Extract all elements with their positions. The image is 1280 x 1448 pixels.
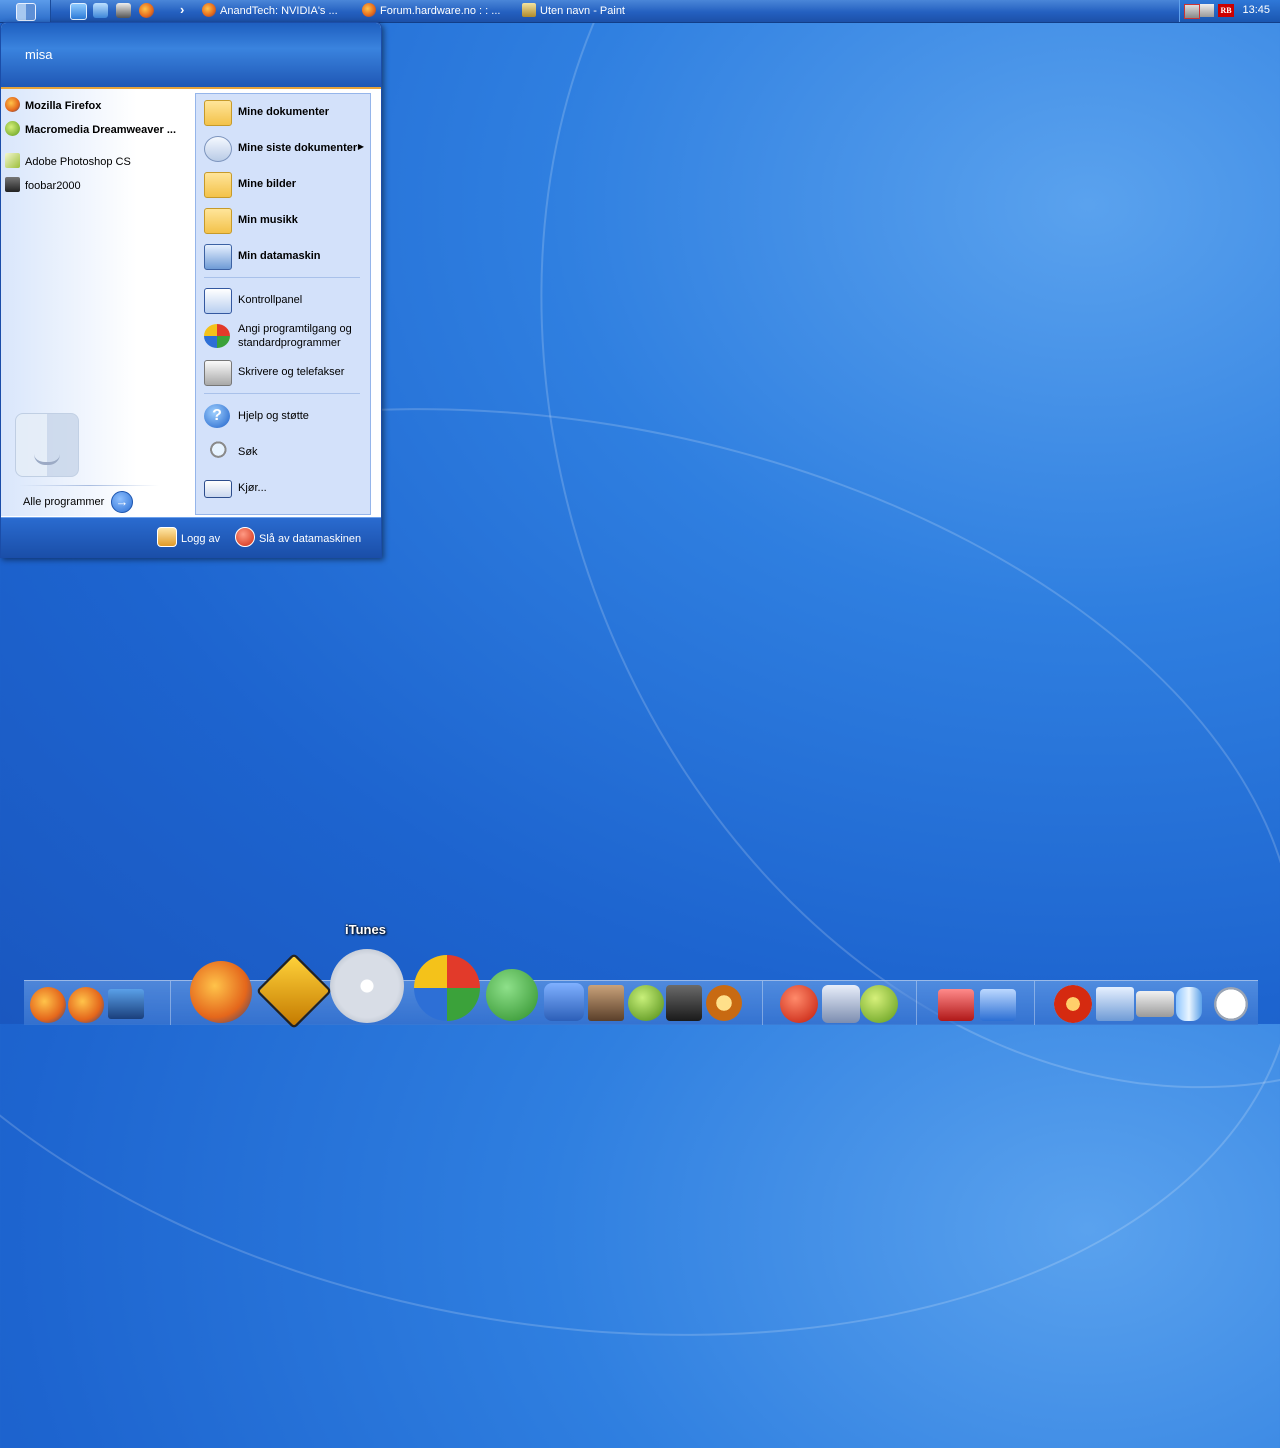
search-icon [204, 440, 230, 464]
dock-separator [170, 981, 171, 1025]
photo-thumbnail-icon[interactable] [588, 985, 624, 1021]
clock-icon[interactable] [1214, 987, 1248, 1021]
finder-icon [16, 3, 36, 21]
firefox-icon[interactable] [68, 987, 104, 1023]
divider [204, 277, 360, 278]
set-program-access-icon [204, 324, 230, 348]
foobar-icon [5, 177, 20, 192]
system-tray: RB 13:45 [1179, 0, 1280, 22]
divider [19, 485, 159, 486]
fireworks-icon[interactable] [822, 985, 860, 1023]
computer-icon[interactable] [1096, 987, 1134, 1021]
frog-icon[interactable] [544, 983, 584, 1021]
all-programs-label[interactable]: Alle programmer [23, 491, 104, 513]
start-button[interactable] [0, 0, 51, 22]
arrow-right-icon[interactable]: → [111, 491, 133, 513]
pinned-program-firefox[interactable]: Mozilla Firefox [5, 95, 101, 117]
blue-folder-icon[interactable] [980, 989, 1016, 1021]
place-my-computer[interactable]: Min datamaskin [200, 240, 368, 272]
quicklaunch-foobar-icon[interactable] [116, 3, 131, 18]
dreamweaver-icon [5, 121, 20, 136]
logoff-button[interactable]: Logg av [157, 527, 220, 549]
dreamweaver-icon[interactable] [860, 985, 898, 1023]
place-my-documents[interactable]: Mine dokumenter [200, 96, 368, 128]
photoshop-icon [5, 153, 20, 168]
finder-logo-icon [15, 413, 79, 477]
places-panel: Mine dokumenter Mine siste dokumenter ▶ … [195, 93, 371, 515]
start-menu-header: misa [1, 23, 381, 89]
recent-documents-icon [204, 136, 232, 162]
run[interactable]: Kjør... [200, 472, 368, 504]
firefox-icon [362, 3, 376, 17]
itunes-icon[interactable] [330, 949, 404, 1023]
system-control-panel[interactable]: Kontrollpanel [200, 284, 368, 316]
quicklaunch-overflow-chevron[interactable]: › [180, 2, 184, 17]
firefox-icon [5, 97, 20, 112]
control-panel-icon [204, 288, 232, 314]
divider [204, 393, 360, 394]
taskbar-task-paint[interactable]: Uten navn - Paint [522, 2, 672, 20]
recent-program-foobar[interactable]: foobar2000 [5, 175, 81, 197]
shutdown-button[interactable]: Slå av datamaskinen [235, 527, 361, 549]
drive-icon[interactable] [1136, 991, 1174, 1017]
dock-separator [762, 981, 763, 1025]
media-player-icon[interactable] [414, 955, 480, 1021]
search[interactable]: Søk [200, 436, 368, 468]
start-menu: misa Mozilla Firefox Macromedia Dreamwea… [0, 22, 382, 558]
program-list: Mozilla Firefox Macromedia Dreamweaver .… [1, 89, 195, 516]
run-icon [204, 480, 232, 498]
character-icon[interactable] [666, 985, 702, 1021]
submenu-arrow-icon: ▶ [357, 142, 364, 151]
flash-icon[interactable] [780, 985, 818, 1023]
firefox-icon[interactable] [30, 987, 66, 1023]
system-program-access[interactable]: Angi programtilgang og standardprogramme… [200, 320, 368, 352]
pinned-program-dreamweaver[interactable]: Macromedia Dreamweaver ... [5, 119, 176, 141]
rb-badge-icon[interactable]: RB [1218, 4, 1234, 17]
help-and-support[interactable]: ? Hjelp og støtte [200, 400, 368, 432]
network-icon[interactable] [1200, 4, 1214, 17]
messenger-icon[interactable] [486, 969, 538, 1021]
network-disconnected-icon[interactable] [1184, 4, 1200, 19]
system-printers[interactable]: Skrivere og telefakser [200, 356, 368, 388]
quicklaunch-firefox-icon[interactable] [139, 3, 154, 18]
quicklaunch-desktop-icon[interactable] [93, 3, 108, 18]
place-recent-documents[interactable]: Mine siste dokumenter ▶ [200, 132, 368, 164]
place-my-music[interactable]: Min musikk [200, 204, 368, 236]
network-places-icon[interactable] [108, 989, 144, 1019]
firefox-icon[interactable] [190, 961, 252, 1023]
taskbar-task-anandtech[interactable]: AnandTech: NVIDIA's ... [202, 2, 352, 20]
dock-tooltip: iTunes [345, 922, 386, 937]
database-icon[interactable] [1176, 987, 1202, 1021]
burn-icon[interactable] [1054, 985, 1092, 1023]
help-icon: ? [204, 404, 230, 428]
folder-pictures-icon [204, 172, 232, 198]
tray-clock[interactable]: 13:45 [1242, 4, 1270, 16]
recent-program-photoshop[interactable]: Adobe Photoshop CS [5, 151, 131, 173]
place-my-pictures[interactable]: Mine bilder [200, 168, 368, 200]
taskbar: › AnandTech: NVIDIA's ... Forum.hardware… [0, 0, 1280, 23]
folder-documents-icon [204, 100, 232, 126]
power-icon [235, 527, 255, 547]
red-folder-icon[interactable] [938, 989, 974, 1021]
logoff-icon [157, 527, 177, 547]
k-icon[interactable] [628, 985, 664, 1021]
sunburst-icon[interactable] [706, 985, 742, 1021]
dock-separator [1034, 981, 1035, 1025]
taskbar-task-forum[interactable]: Forum.hardware.no : : ... [362, 2, 512, 20]
start-menu-footer: Logg av Slå av datamaskinen [1, 517, 381, 557]
dock [24, 949, 1258, 1030]
quicklaunch-ie-icon[interactable] [70, 3, 87, 20]
printer-icon [204, 360, 232, 386]
firefox-icon [202, 3, 216, 17]
dock-separator [916, 981, 917, 1025]
folder-music-icon [204, 208, 232, 234]
user-name: misa [25, 47, 53, 62]
computer-icon [204, 244, 232, 270]
paint-icon [522, 3, 536, 17]
